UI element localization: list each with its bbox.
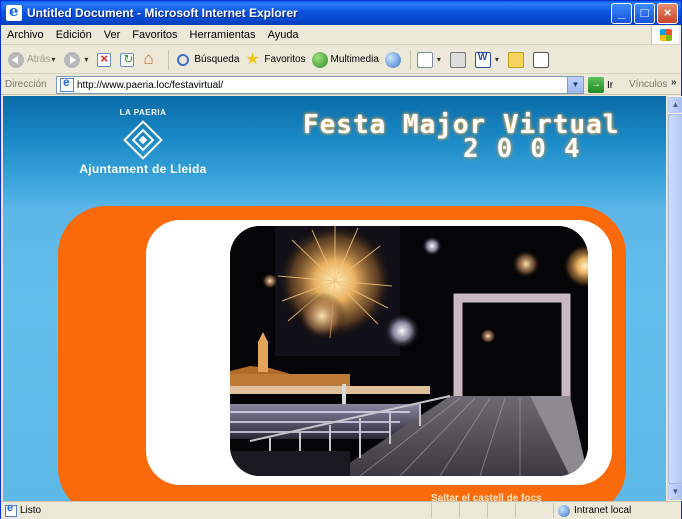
mail-button[interactable]: ▾	[414, 49, 447, 71]
history-icon	[384, 51, 401, 68]
favorites-button[interactable]: Favoritos	[242, 49, 308, 71]
standard-toolbar: Atrás ▾ ▾ Búsqueda Favoritos Multimedia …	[1, 46, 681, 74]
scroll-down-button[interactable]: ▼	[668, 484, 682, 500]
folder-icon	[507, 51, 524, 68]
print-button[interactable]	[447, 49, 472, 71]
menu-edicion[interactable]: Edición	[50, 29, 98, 41]
page-icon	[60, 75, 74, 92]
toolbar-separator	[168, 49, 170, 70]
ie-app-icon	[6, 2, 22, 21]
address-label: Dirección	[5, 79, 47, 90]
status-text: Listo	[20, 505, 42, 516]
windows-logo-icon	[651, 26, 679, 44]
address-dropdown-icon[interactable]: ▼	[567, 77, 583, 93]
minimize-button[interactable]: _	[611, 3, 632, 24]
media-button[interactable]: Multimedia	[309, 49, 382, 71]
status-bar: Listo Intranet local	[1, 501, 681, 519]
chevron-right-icon[interactable]: »	[671, 77, 677, 88]
back-arrow-icon	[8, 51, 24, 68]
zone-label: Intranet local	[574, 505, 632, 516]
toolbar-separator	[409, 49, 411, 70]
search-icon	[175, 52, 191, 68]
logo-name-text: Ajuntament de Lleida	[79, 162, 207, 176]
home-button[interactable]	[140, 49, 165, 71]
browser-window: Untitled Document - Microsoft Internet E…	[0, 0, 682, 519]
security-zone[interactable]: Intranet local	[553, 503, 631, 518]
chevron-down-icon[interactable]: ▾	[51, 55, 55, 64]
menu-ayuda[interactable]: Ayuda	[262, 29, 305, 41]
status-divider	[431, 503, 432, 518]
menu-herramientas[interactable]: Herramientas	[184, 29, 262, 41]
close-button[interactable]: ×	[657, 3, 678, 24]
forward-button[interactable]: ▾	[61, 49, 94, 71]
media-label: Multimedia	[330, 54, 379, 65]
media-icon	[311, 51, 328, 68]
scroll-up-button[interactable]: ▲	[668, 97, 682, 113]
star-icon	[245, 49, 261, 69]
address-bar: Dirección http://www.paeria.loc/festavir…	[1, 75, 681, 95]
title-bar[interactable]: Untitled Document - Microsoft Internet E…	[1, 1, 681, 25]
note-icon	[532, 51, 549, 68]
fireworks-photo[interactable]	[230, 226, 588, 476]
maximize-button[interactable]: □	[634, 3, 655, 24]
notes-button[interactable]	[530, 49, 555, 71]
menu-archivo[interactable]: Archivo	[1, 29, 50, 41]
scrollbar-thumb[interactable]	[668, 114, 682, 484]
menu-ver[interactable]: Ver	[98, 29, 127, 41]
page-content: LA PAERIA Ajuntament de Lleida Festa Maj…	[3, 96, 666, 501]
paeria-emblem-icon	[123, 120, 163, 160]
forward-arrow-icon	[64, 51, 81, 68]
logo-top-text: LA PAERIA	[119, 108, 167, 117]
vertical-scrollbar[interactable]: ▲ ▼	[667, 96, 682, 501]
page-year: 2004	[463, 134, 598, 164]
status-divider	[487, 503, 488, 518]
page-status-icon	[5, 502, 17, 517]
chevron-down-icon[interactable]: ▾	[84, 55, 88, 64]
search-button[interactable]: Búsqueda	[172, 49, 242, 71]
window-title: Untitled Document - Microsoft Internet E…	[27, 6, 298, 20]
go-arrow-icon: →	[588, 77, 604, 93]
search-label: Búsqueda	[194, 54, 240, 65]
status-divider	[459, 503, 460, 518]
chevron-down-icon[interactable]: ▾	[495, 55, 499, 64]
address-url[interactable]: http://www.paeria.loc/festavirtual/	[77, 80, 223, 91]
go-button[interactable]: → Ir	[588, 77, 613, 93]
intranet-globe-icon	[558, 504, 570, 517]
folder-button[interactable]	[505, 49, 530, 71]
back-label: Atrás	[27, 54, 51, 65]
status-divider	[515, 503, 516, 518]
menu-favoritos[interactable]: Favoritos	[126, 29, 183, 41]
print-icon	[449, 51, 466, 68]
favorites-label: Favoritos	[264, 54, 306, 65]
refresh-icon	[120, 52, 135, 67]
paeria-logo[interactable]: LA PAERIA Ajuntament de Lleida	[63, 108, 223, 176]
history-button[interactable]	[382, 49, 407, 71]
refresh-button[interactable]	[117, 49, 140, 71]
mail-icon	[416, 51, 433, 68]
menu-bar: Archivo Edición Ver Favoritos Herramient…	[1, 25, 681, 45]
go-label: Ir	[607, 79, 614, 91]
back-button[interactable]: Atrás ▾	[5, 49, 61, 71]
home-icon	[143, 49, 159, 69]
edit-word-button[interactable]: ▾	[472, 49, 505, 71]
word-icon	[474, 51, 491, 68]
address-input[interactable]: http://www.paeria.loc/festavirtual/ ▼	[56, 75, 584, 94]
skip-fireworks-link[interactable]: Saltar el castell de focs	[431, 493, 542, 501]
chevron-down-icon[interactable]: ▾	[437, 55, 441, 64]
stop-icon	[97, 51, 112, 67]
links-label[interactable]: Vínculos	[629, 79, 667, 90]
stop-button[interactable]	[94, 49, 117, 71]
